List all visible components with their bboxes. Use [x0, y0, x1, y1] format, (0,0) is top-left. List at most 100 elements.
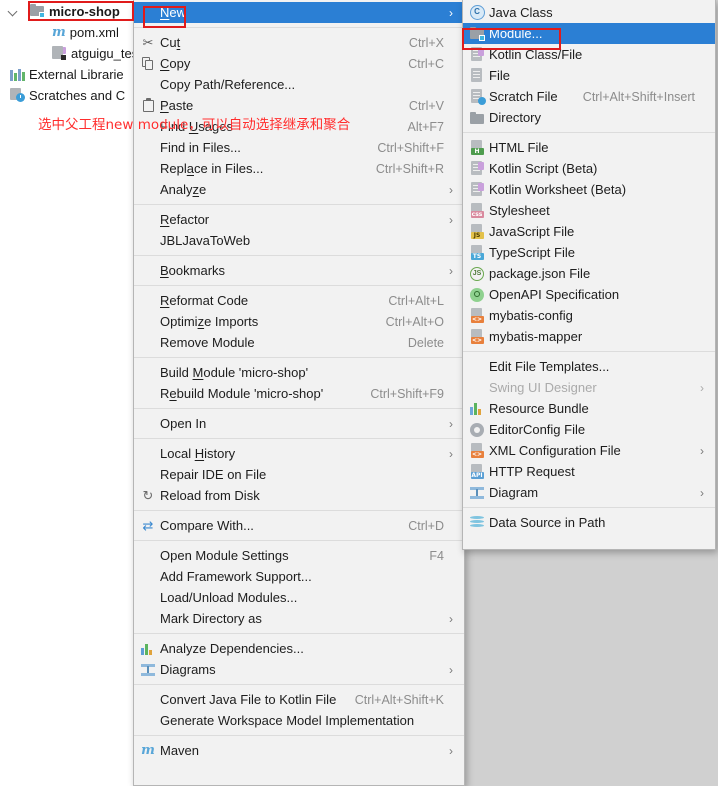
menu-item-open-module-settings[interactable]: Open Module Settings F4 — [134, 545, 464, 566]
menu-item-generate-workspace-model-implementation[interactable]: Generate Workspace Model Implementation — [134, 710, 464, 731]
menu-item-resource-bundle[interactable]: Resource Bundle — [463, 398, 715, 419]
menu-item-java-class[interactable]: C Java Class — [463, 2, 715, 23]
scratches-icon — [10, 88, 25, 102]
menu-item-remove-module[interactable]: Remove Module Delete — [134, 332, 464, 353]
menu-item-stylesheet[interactable]: css Stylesheet — [463, 200, 715, 221]
menu-item-javascript-file[interactable]: JS JavaScript File — [463, 221, 715, 242]
menu-item-kotlin-worksheet-beta[interactable]: Kotlin Worksheet (Beta) — [463, 179, 715, 200]
tree-node-label: pom.xml — [69, 24, 119, 40]
tree-node-label: Scratches and C — [29, 87, 126, 103]
menu-item-open-in[interactable]: Open In › — [134, 413, 464, 434]
xml-file-icon: <> — [470, 308, 485, 323]
menu-item-shortcut: Ctrl+Shift+F — [377, 140, 444, 155]
menu-item-mark-directory-as[interactable]: Mark Directory as › — [134, 608, 464, 629]
chevron-right-icon: › — [449, 416, 453, 431]
menu-item-icon-slot — [136, 642, 160, 655]
js-file-icon: JS — [470, 224, 485, 239]
menu-item-local-history[interactable]: Local History › — [134, 443, 464, 464]
menu-item-label: Find in Files... — [160, 140, 241, 155]
menu-item-replace-in-files[interactable]: Replace in Files... Ctrl+Shift+R — [134, 158, 464, 179]
menu-item-label: Edit File Templates... — [489, 359, 610, 374]
chevron-right-icon: › — [449, 212, 453, 227]
menu-item-rebuild-module-micro-shop[interactable]: Rebuild Module 'micro-shop' Ctrl+Shift+F9 — [134, 383, 464, 404]
menu-item-file[interactable]: File — [463, 65, 715, 86]
menu-item-load-unload-modules[interactable]: Load/Unload Modules... — [134, 587, 464, 608]
menu-item-optimize-imports[interactable]: Optimize Imports Ctrl+Alt+O — [134, 311, 464, 332]
menu-item-package-json-file[interactable]: JS package.json File — [463, 263, 715, 284]
chevron-right-icon: › — [449, 743, 453, 758]
menu-item-mybatis-config[interactable]: <> mybatis-config — [463, 305, 715, 326]
menu-item-label: New — [160, 5, 187, 20]
menu-item-find-in-files[interactable]: Find in Files... Ctrl+Shift+F — [134, 137, 464, 158]
menu-item-mybatis-mapper[interactable]: <> mybatis-mapper — [463, 326, 715, 347]
menu-item-label: Analyze Dependencies... — [160, 641, 304, 656]
menu-item-diagrams[interactable]: Diagrams › — [134, 659, 464, 680]
tree-node-pom-xml[interactable]: m pom.xml — [0, 22, 119, 42]
menu-item-bookmarks[interactable]: Bookmarks › — [134, 260, 464, 281]
menu-item-refactor[interactable]: Refactor › — [134, 209, 464, 230]
menu-item-shortcut: Delete — [407, 335, 444, 350]
menu-item-maven[interactable]: m Maven › — [134, 740, 464, 761]
menu-item-module[interactable]: Module... — [463, 23, 715, 44]
menu-item-icon-slot — [465, 111, 489, 124]
menu-item-typescript-file[interactable]: TS TypeScript File — [463, 242, 715, 263]
menu-item-directory[interactable]: Directory — [463, 107, 715, 128]
tree-node-micro-shop[interactable]: micro-shop — [0, 1, 120, 21]
menu-item-diagram[interactable]: Diagram › — [463, 482, 715, 503]
menu-item-label: Analyze — [160, 182, 207, 197]
chevron-right-icon: › — [449, 182, 453, 197]
menu-item-reload-from-disk[interactable]: ↻ Reload from Disk — [134, 485, 464, 506]
menu-item-kotlin-script-beta[interactable]: Kotlin Script (Beta) — [463, 158, 715, 179]
menu-item-editorconfig-file[interactable]: EditorConfig File — [463, 419, 715, 440]
java-class-icon: C — [469, 5, 485, 20]
menu-item-reformat-code[interactable]: Reformat Code Ctrl+Alt+L — [134, 290, 464, 311]
menu-item-icon-slot — [465, 402, 489, 415]
menu-item-kotlin-class-file[interactable]: Kotlin Class/File — [463, 44, 715, 65]
menu-item-xml-configuration-file[interactable]: <> XML Configuration File › — [463, 440, 715, 461]
menu-separator — [134, 438, 464, 439]
menu-item-convert-java-file-to-kotlin-file[interactable]: Convert Java File to Kotlin File Ctrl+Alt… — [134, 689, 464, 710]
menu-item-swing-ui-designer: Swing UI Designer › — [463, 377, 715, 398]
menu-item-jbljavatoweb[interactable]: JBLJavaToWeb — [134, 230, 464, 251]
menu-item-cut[interactable]: ✂ Cut Ctrl+X — [134, 32, 464, 53]
menu-item-copy[interactable]: Copy Ctrl+C — [134, 53, 464, 74]
tree-node-scratches-and-c[interactable]: Scratches and C — [0, 85, 125, 105]
menu-item-label: mybatis-mapper — [489, 329, 583, 344]
menu-item-http-request[interactable]: API HTTP Request — [463, 461, 715, 482]
menu-item-analyze-dependencies[interactable]: Analyze Dependencies... — [134, 638, 464, 659]
menu-item-icon-slot — [465, 161, 489, 176]
menu-item-icon-slot — [465, 182, 489, 197]
menu-item-label: File — [489, 68, 510, 83]
menu-item-data-source-in-path[interactable]: Data Source in Path — [463, 512, 715, 533]
file-icon — [470, 68, 485, 83]
menu-item-repair-ide-on-file[interactable]: Repair IDE on File — [134, 464, 464, 485]
menu-item-label: Diagrams — [160, 662, 216, 677]
menu-item-icon-slot — [465, 68, 489, 83]
menu-item-add-framework-support[interactable]: Add Framework Support... — [134, 566, 464, 587]
kotlin-file-icon — [470, 161, 485, 176]
new-submenu[interactable]: C Java Class Module... Kotlin Class/File Fil… — [462, 0, 716, 550]
menu-item-label: Java Class — [489, 5, 553, 20]
menu-item-html-file[interactable]: H HTML File — [463, 137, 715, 158]
menu-item-edit-file-templates[interactable]: Edit File Templates... — [463, 356, 715, 377]
menu-item-shortcut: Ctrl+Alt+Shift+Insert — [582, 89, 695, 104]
menu-item-build-module-micro-shop[interactable]: Build Module 'micro-shop' — [134, 362, 464, 383]
tree-node-atguigu-test-i[interactable]: atguigu_test.i — [0, 43, 148, 63]
menu-item-label: Generate Workspace Model Implementation — [160, 713, 415, 728]
menu-item-label: JavaScript File — [489, 224, 575, 239]
menu-item-icon-slot — [465, 516, 489, 529]
menu-item-copy-path-reference[interactable]: Copy Path/Reference... — [134, 74, 464, 95]
tree-node-label: micro-shop — [49, 3, 120, 19]
menu-item-new[interactable]: New › — [134, 2, 464, 23]
tree-twisty-icon[interactable] — [8, 6, 19, 17]
menu-separator — [134, 735, 464, 736]
menu-item-analyze[interactable]: Analyze › — [134, 179, 464, 200]
menu-item-icon-slot: API — [465, 464, 489, 479]
menu-item-compare-with[interactable]: ⇄ Compare With... Ctrl+D — [134, 515, 464, 536]
diagram-icon — [470, 486, 484, 499]
menu-item-openapi-specification[interactable]: OpenAPI Specification — [463, 284, 715, 305]
menu-separator — [463, 351, 715, 352]
menu-item-scratch-file[interactable]: Scratch File Ctrl+Alt+Shift+Insert — [463, 86, 715, 107]
menu-item-shortcut: Ctrl+X — [408, 35, 444, 50]
tree-node-external-librarie[interactable]: External Librarie — [0, 64, 124, 84]
